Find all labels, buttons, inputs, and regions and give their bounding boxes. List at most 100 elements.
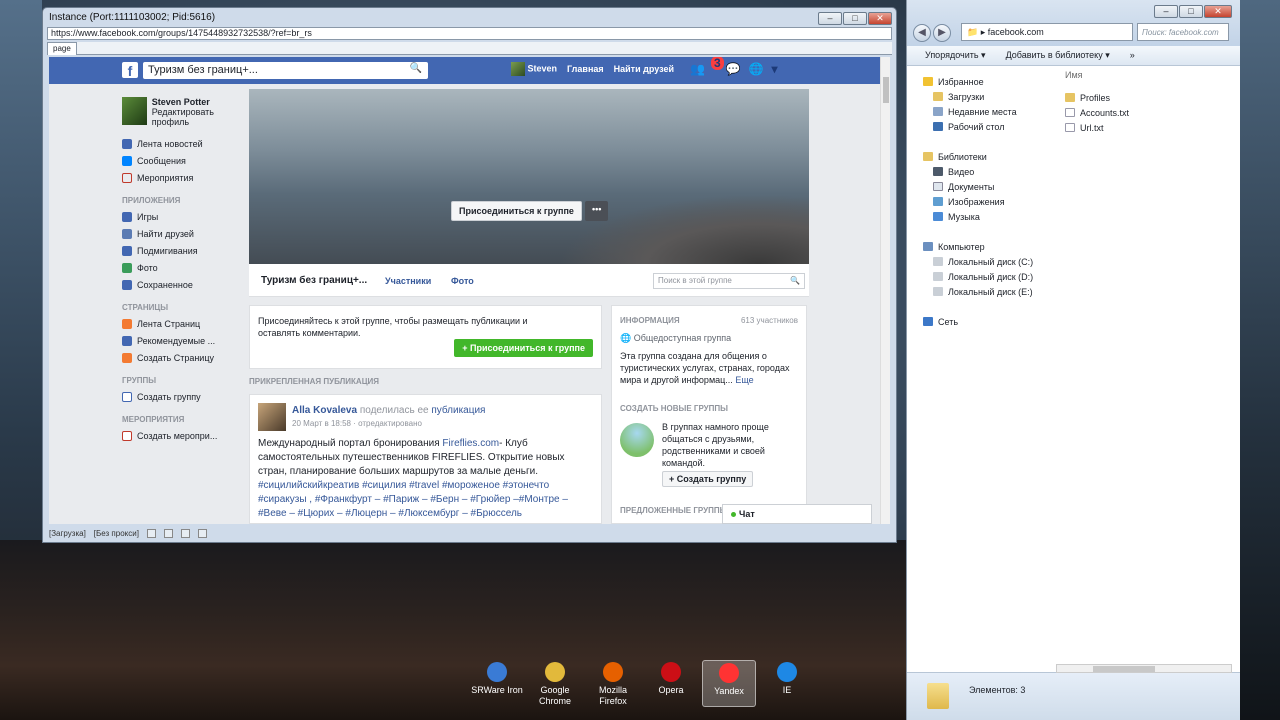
maximize-button[interactable]: □ [843, 12, 867, 25]
tree-downloads[interactable]: Загрузки [923, 89, 1063, 104]
back-icon[interactable]: ◀ [913, 24, 931, 42]
profile-picture[interactable] [122, 97, 147, 125]
file-item[interactable]: Url.txt [1065, 120, 1235, 135]
scrollbar-thumb[interactable] [883, 77, 889, 103]
group-name[interactable]: Туризм без границ+... [261, 275, 367, 286]
sidebar-item-find-friends[interactable]: Найти друзей [122, 225, 242, 242]
create-group-button[interactable]: + Создать группу [662, 471, 754, 487]
dock-item-opera[interactable]: Opera [644, 660, 698, 707]
file-item[interactable]: Accounts.txt [1065, 105, 1235, 120]
post-author[interactable]: Alla Kovaleva [292, 405, 357, 416]
sidebar-item-pokes[interactable]: Подмигивания [122, 242, 242, 259]
page-scrollbar[interactable] [880, 57, 890, 524]
edit-profile-link[interactable]: Редактировать профиль [152, 107, 242, 127]
search-icon[interactable]: 🔍 [410, 63, 422, 74]
sidebar-item-events[interactable]: Мероприятия [122, 169, 242, 186]
join-group-cover-button[interactable]: Присоединиться к группе [451, 201, 582, 221]
tab-members[interactable]: Участники [385, 276, 431, 286]
file-item[interactable]: Profiles [1065, 90, 1235, 105]
tree-favorites[interactable]: Избранное [923, 74, 1063, 89]
tree-network[interactable]: Сеть [923, 314, 1063, 329]
tree-video[interactable]: Видео [923, 164, 1063, 179]
explorer-horizontal-scrollbar[interactable] [1056, 664, 1232, 673]
column-header-name[interactable]: Имя [1065, 70, 1235, 84]
sidebar-item-pages-feed[interactable]: Лента Страниц [122, 315, 242, 332]
url-input[interactable]: https://www.facebook.com/groups/14754489… [47, 27, 892, 40]
post-link[interactable]: Fireflies.com [442, 438, 499, 449]
downloads-icon [933, 92, 943, 101]
tree-images[interactable]: Изображения [923, 194, 1063, 209]
facebook-logo-icon[interactable]: f [122, 62, 138, 79]
profile-name[interactable]: Steven Potter [152, 97, 242, 107]
search-icon[interactable]: 🔍 [790, 276, 800, 285]
settings-icon[interactable]: ▾ [772, 62, 778, 76]
sidebar-item-photos[interactable]: Фото [122, 259, 242, 276]
dock-item-yandex[interactable]: Yandex [702, 660, 756, 707]
tree-disk-e[interactable]: Локальный диск (E:) [923, 284, 1063, 299]
tree-libraries[interactable]: Библиотеки [923, 149, 1063, 164]
browser-window: Instance (Port:1111103002; Pid:5616) – □… [42, 7, 897, 543]
minimize-button[interactable]: – [818, 12, 842, 25]
minimize-button[interactable]: – [1154, 5, 1178, 18]
sidebar-item-recommended[interactable]: Рекомендуемые ... [122, 332, 242, 349]
sidebar-item-create-page[interactable]: Создать Страницу [122, 349, 242, 366]
tree-computer[interactable]: Компьютер [923, 239, 1063, 254]
dock-item-srware-iron[interactable]: SRWare Iron [470, 660, 524, 707]
tree-documents[interactable]: Документы [923, 179, 1063, 194]
dock-item-ie[interactable]: IE [760, 660, 814, 707]
close-button[interactable]: ✕ [1204, 5, 1232, 18]
tree-desktop[interactable]: Рабочий стол [923, 119, 1063, 134]
members-count[interactable]: 613 участников [741, 316, 798, 325]
photos-icon [122, 262, 132, 273]
group-search-input[interactable]: Поиск в этой группе 🔍 [653, 273, 805, 289]
dock-item-google-chrome[interactable]: Google Chrome [528, 660, 582, 707]
apps-header: ПРИЛОЖЕНИЯ [122, 196, 181, 205]
status-icon-4[interactable] [197, 528, 207, 538]
profile-block[interactable]: Steven Potter Редактировать профиль [122, 97, 242, 127]
join-group-button[interactable]: + Присоединиться к группе [454, 339, 593, 357]
more-options-button[interactable]: ••• [584, 201, 609, 221]
sidebar-item-messages[interactable]: Сообщения [122, 152, 242, 169]
create-page-icon [122, 352, 132, 363]
nav-profile[interactable]: Steven [511, 62, 557, 76]
dock-item-mozilla-firefox[interactable]: Mozilla Firefox [586, 660, 640, 707]
disk-icon [933, 257, 943, 266]
post-hashtags[interactable]: #сицилийскийкреатив #сицилия #travel #мо… [258, 480, 568, 519]
sidebar-item-news-feed[interactable]: Лента новостей [122, 135, 242, 152]
desktop-wallpaper-right [1240, 0, 1280, 720]
messages-icon[interactable]: 💬 [726, 62, 741, 76]
add-to-library-button[interactable]: Добавить в библиотеку ▾ [1006, 50, 1110, 61]
sidebar-item-label: Фото [137, 262, 158, 273]
friend-requests-icon[interactable]: 👥 3 [690, 57, 724, 76]
tree-recent[interactable]: Недавние места [923, 104, 1063, 119]
scrollbar-thumb[interactable] [1093, 666, 1155, 672]
author-avatar[interactable] [258, 403, 286, 431]
globe-icon[interactable]: 🌐 [749, 62, 764, 76]
tree-disk-c[interactable]: Локальный диск (C:) [923, 254, 1063, 269]
nav-find-friends[interactable]: Найти друзей [614, 64, 674, 74]
sidebar-item-create-event[interactable]: Создать меропри... [122, 427, 242, 444]
sidebar-item-create-group[interactable]: Создать группу [122, 388, 242, 405]
explorer-search-input[interactable]: Поиск: facebook.com [1137, 23, 1229, 41]
sidebar-item-games[interactable]: Игры [122, 208, 242, 225]
about-more-link[interactable]: Еще [735, 375, 753, 385]
status-icon-2[interactable] [163, 528, 173, 538]
explorer-address-input[interactable]: 📁 ▸ facebook.com [961, 23, 1133, 41]
forward-icon[interactable]: ▶ [933, 24, 951, 42]
nav-home[interactable]: Главная [567, 64, 604, 74]
tree-music[interactable]: Музыка [923, 209, 1063, 224]
tab-photos[interactable]: Фото [451, 276, 474, 286]
sidebar-item-saved[interactable]: Сохраненное [122, 276, 242, 293]
more-toolbar-button[interactable]: » [1130, 50, 1135, 61]
close-button[interactable]: ✕ [868, 12, 892, 25]
chat-bar[interactable]: Чат [722, 504, 872, 524]
tree-disk-d[interactable]: Локальный диск (D:) [923, 269, 1063, 284]
tab-page[interactable]: page [47, 42, 77, 55]
post-publication-link[interactable]: публикация [431, 405, 485, 416]
status-icon-1[interactable] [146, 528, 156, 538]
status-icon-3[interactable] [180, 528, 190, 538]
organize-button[interactable]: Упорядочить ▾ [925, 50, 986, 61]
folder-icon: 📁 [967, 27, 979, 37]
maximize-button[interactable]: □ [1179, 5, 1203, 18]
facebook-search-input[interactable]: Туризм без границ+... 🔍 [143, 62, 428, 79]
